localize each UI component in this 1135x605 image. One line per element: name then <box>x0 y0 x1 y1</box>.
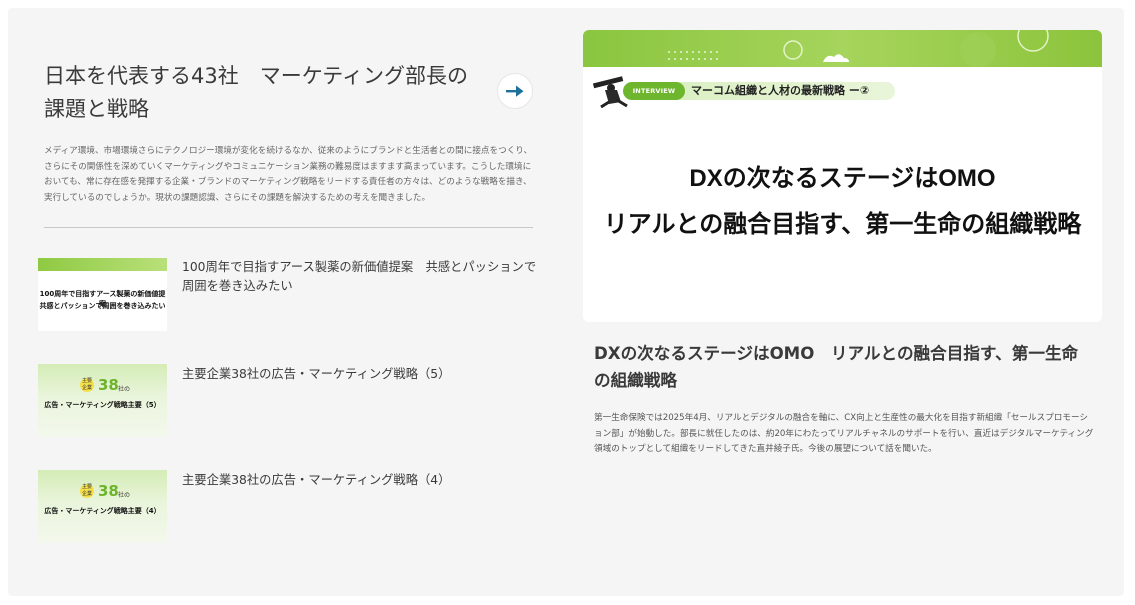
article-title[interactable]: 主要企業38社の広告・マーケティング戦略（4） <box>182 471 542 490</box>
article-thumbnail[interactable]: 主要企業 38 社の 広告・マーケティング戦略主要（5） <box>38 364 167 437</box>
divider <box>44 227 533 228</box>
image-banner <box>583 30 1102 68</box>
interview-badge: INTERVIEW <box>623 82 685 100</box>
article-item[interactable]: 主要企業 38 社の 広告・マーケティング戦略主要（4） 主要企業38社の広告・… <box>38 470 543 546</box>
image-headline-1: DXの次なるステージはOMO <box>689 165 996 192</box>
article-item[interactable]: 主要企業 38 社の 広告・マーケティング戦略主要（5） 主要企業38社の広告・… <box>38 364 543 440</box>
thumbnail-suffix: 社の <box>118 492 131 499</box>
arrow-right-icon <box>506 85 524 97</box>
article-title[interactable]: 100周年で目指すアース製薬の新価値提案 共感とパッションで周囲を巻き込みたい <box>182 258 542 296</box>
article-thumbnail[interactable]: 主要企業 38 社の 広告・マーケティング戦略主要（4） <box>38 470 167 543</box>
main-article-description: 第一生命保険では2025年4月、リアルとデジタルの融合を軸に、CX向上と生産性の… <box>594 413 1094 454</box>
article-thumbnail[interactable]: 100周年で目指すアース製薬の新価値提案 共感とパッションで周囲を巻き込みたい <box>38 258 167 331</box>
main-article-image[interactable]: INTERVIEW マーコム組織と人材の最新戦略 ー② DXの次なるステージはO… <box>583 30 1102 322</box>
thumbnail-number: 38 <box>98 376 119 394</box>
article-item[interactable]: 100周年で目指すアース製薬の新価値提案 共感とパッションで周囲を巻き込みたい … <box>38 258 543 334</box>
thumbnail-banner <box>38 258 167 271</box>
content-panel: 日本を代表する43社 マーケティング部長の課題と戦略 メディア環境、市場環境さら… <box>8 8 1124 596</box>
feature-more-button[interactable] <box>497 73 533 109</box>
thumbnail-caption: 広告・マーケティング戦略主要（4） <box>44 507 161 515</box>
thumbnail-text-line2: 共感とパッションで周囲を巻き込みたい <box>39 302 166 310</box>
thumbnail-suffix: 社の <box>118 386 131 393</box>
article-title[interactable]: 主要企業38社の広告・マーケティング戦略（5） <box>182 365 542 384</box>
thumbnail-number: 38 <box>98 482 119 500</box>
image-headline-2: リアルとの融合目指す、第一生命の組織戦略 <box>603 211 1082 238</box>
thumbnail-badge: 主要企業 <box>80 484 94 498</box>
main-article-title[interactable]: DXの次なるステージはOMO リアルとの融合目指す、第一生命の組織戦略 <box>594 340 1080 394</box>
thumbnail-caption: 広告・マーケティング戦略主要（5） <box>44 401 161 409</box>
series-label: マーコム組織と人材の最新戦略 ー② <box>691 84 870 97</box>
thumbnail-badge: 主要企業 <box>80 378 94 392</box>
banner-decoration <box>668 30 1049 68</box>
feature-title[interactable]: 日本を代表する43社 マーケティング部長の課題と戦略 <box>44 60 484 126</box>
feature-description: メディア環境、市場環境さらにテクノロジー環境が変化を続けるなか、従来のようにブラ… <box>44 146 533 203</box>
